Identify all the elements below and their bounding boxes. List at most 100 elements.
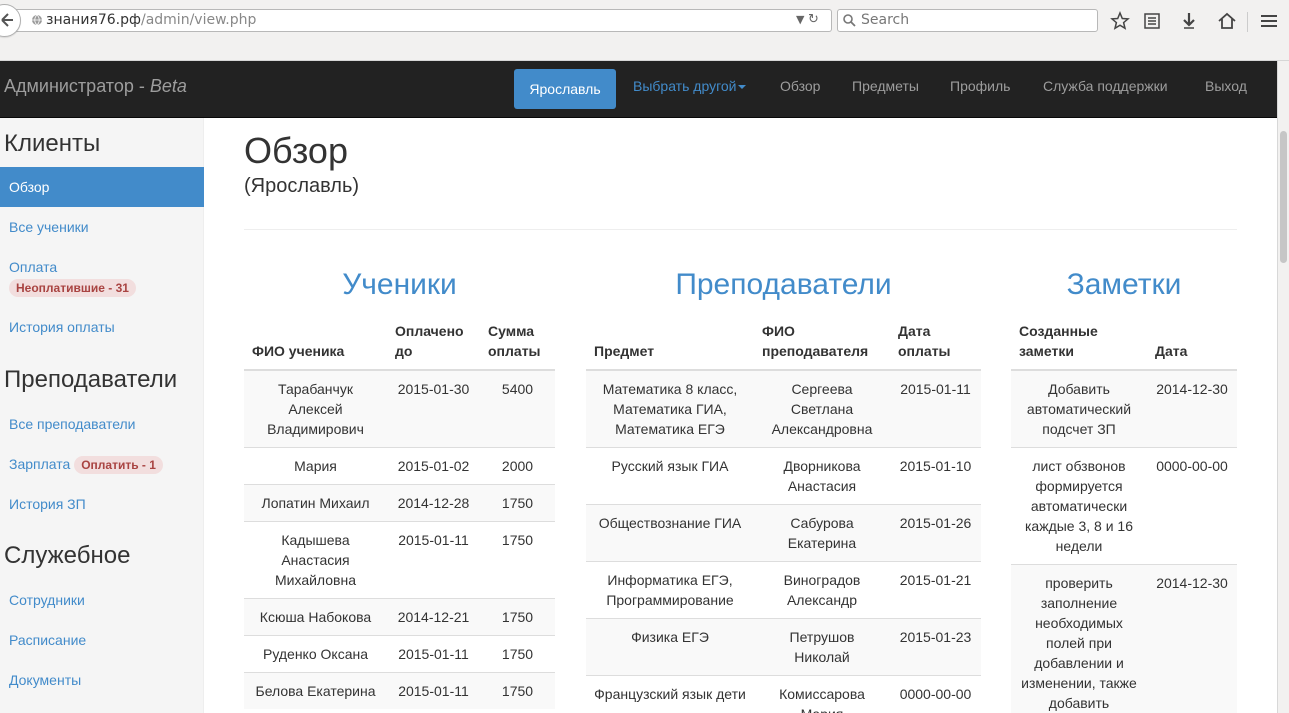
city-button[interactable]: Ярославль	[514, 69, 616, 109]
sidebar-item-salary[interactable]: Зарплата Оплатить - 1	[0, 456, 204, 474]
paid-until-cell: 2015-01-11	[387, 672, 480, 709]
choose-city-label: Выбрать другой	[633, 78, 737, 94]
unpaid-badge[interactable]: Неоплатившие - 31	[9, 279, 136, 297]
nav-subjects[interactable]: Предметы	[852, 61, 919, 117]
search-input[interactable]: Search	[837, 9, 1098, 32]
note-text-cell: Добавить автоматический подсчет ЗП	[1011, 369, 1147, 448]
teacher-name-cell: Дворникова Анастасия	[754, 447, 890, 505]
url-tools: ▼ ↻	[796, 12, 819, 27]
sidebar-item-documents[interactable]: Документы	[0, 672, 204, 688]
payment-date-cell: 2015-01-10	[890, 447, 981, 505]
page-title: Обзор	[244, 130, 348, 171]
star-icon[interactable]	[1109, 10, 1131, 32]
note-date-cell: 2014-12-30	[1147, 564, 1237, 713]
payment-date-cell: 0000-00-00	[890, 675, 981, 713]
nav-support[interactable]: Служба поддержки	[1043, 61, 1168, 117]
search-icon	[843, 14, 856, 27]
payment-amount-cell: 1750	[480, 484, 555, 522]
payment-amount-cell: 5400	[480, 369, 555, 448]
nav-profile[interactable]: Профиль	[950, 61, 1010, 117]
student-row: Белова Екатерина 2015-01-11 1750	[244, 672, 555, 709]
student-name-cell: Кадышева Анастасия Михайловна	[244, 521, 387, 599]
students-table: ФИО ученика Оплачено до Сумма оплаты Тар…	[244, 317, 555, 709]
divider	[244, 229, 1237, 230]
scrollbar-thumb[interactable]	[1280, 131, 1287, 263]
note-text-cell: проверить заполнение необходимых полей п…	[1011, 564, 1147, 713]
home-icon[interactable]	[1216, 10, 1238, 32]
globe-icon	[32, 14, 42, 26]
subject-cell: Физика ЕГЭ	[586, 618, 754, 676]
sidebar-item-staff[interactable]: Сотрудники	[0, 592, 204, 608]
nav-overview[interactable]: Обзор	[780, 61, 820, 117]
col-note: Созданные заметки	[1011, 317, 1147, 371]
sidebar-item-payment-history[interactable]: История оплаты	[0, 319, 204, 335]
teacher-name-cell: Сергеева Светлана Александровна	[754, 369, 890, 448]
page-subtitle: (Ярославль)	[244, 175, 360, 197]
col-subject: Предмет	[586, 317, 754, 371]
col-teacher-name: ФИО преподавателя	[754, 317, 890, 371]
subject-cell: Русский язык ГИА	[586, 447, 754, 505]
reading-list-icon[interactable]	[1141, 10, 1163, 32]
subject-cell: Информатика ЕГЭ, Программирование	[586, 561, 754, 619]
subject-cell: Французский язык дети	[586, 675, 754, 713]
student-name-cell: Белова Екатерина	[244, 672, 387, 709]
payment-date-cell: 2015-01-23	[890, 618, 981, 676]
teachers-table: Предмет ФИО преподавателя Дата оплаты Ма…	[586, 317, 981, 713]
teacher-row: Французский язык детиКомиссарова Мария00…	[586, 675, 981, 713]
student-row: Лопатин Михаил 2014-12-28 1750	[244, 484, 555, 522]
nav-logout[interactable]: Выход	[1205, 61, 1247, 117]
sidebar-item-all-teachers[interactable]: Все преподаватели	[0, 416, 204, 432]
note-date-cell: 0000-00-00	[1147, 447, 1237, 565]
sidebar-item-payment[interactable]: Оплата	[0, 259, 204, 275]
teachers-heading: Преподаватели	[4, 366, 178, 393]
payment-amount-cell: 1750	[480, 635, 555, 673]
student-row: Тарабанчук Алексей Владимирович 2015-01-3…	[244, 369, 555, 448]
teacher-row: Математика 8 класс, Математика ГИА, Мате…	[586, 369, 981, 448]
teacher-row: Обществознание ГИА Сабурова Екатерина 2015…	[586, 504, 981, 562]
note-row: лист обзвонов формируется автоматически …	[1011, 447, 1237, 565]
brand[interactable]: Администратор - Beta	[4, 76, 187, 97]
url-path: /admin/view.php	[140, 12, 257, 28]
col-paid-until: Оплачено до	[387, 317, 480, 371]
download-icon[interactable]	[1178, 10, 1200, 32]
payment-date-cell: 2015-01-21	[890, 561, 981, 619]
choose-city-dropdown[interactable]: Выбрать другой	[633, 61, 747, 117]
sidebar-item-all-students[interactable]: Все ученики	[0, 219, 204, 235]
pay-badge[interactable]: Оплатить - 1	[74, 456, 163, 474]
teachers-heading-main: Преподаватели	[675, 268, 892, 301]
teacher-name-cell: Петрушов Николай	[754, 618, 890, 676]
salary-label: Зарплата	[9, 456, 71, 472]
note-row: Добавить автоматический подсчет ЗП 2014-1…	[1011, 369, 1237, 448]
student-row: Мария 2015-01-02 2000	[244, 447, 555, 485]
sidebar-item-overview[interactable]: Обзор	[0, 167, 204, 207]
col-student-name: ФИО ученика	[244, 317, 387, 371]
student-name-cell: Руденко Оксана	[244, 635, 387, 673]
paid-until-cell: 2014-12-21	[387, 598, 480, 636]
payment-amount-cell: 1750	[480, 672, 555, 709]
sidebar: Клиенты Обзор Все ученики Оплата Неоплат…	[0, 118, 204, 713]
paid-until-cell: 2015-01-02	[387, 447, 480, 485]
sidebar-item-salary-history[interactable]: История ЗП	[0, 496, 204, 512]
sidebar-item-schedule[interactable]: Расписание	[0, 632, 204, 648]
menu-icon[interactable]	[1258, 10, 1280, 32]
payment-amount-cell: 2000	[480, 447, 555, 485]
url-bar[interactable]: знания76.рф/admin/view.php	[0, 9, 832, 32]
payment-date-cell: 2015-01-11	[890, 369, 981, 448]
subject-cell: Математика 8 класс, Математика ГИА, Мате…	[586, 369, 754, 448]
student-name-cell: Тарабанчук Алексей Владимирович	[244, 369, 387, 448]
url-host: знания76.рф	[46, 12, 141, 28]
col-payment-amount: Сумма оплаты	[480, 317, 555, 371]
caret-down-icon	[738, 85, 747, 90]
note-row: проверить заполнение необходимых полей п…	[1011, 564, 1237, 713]
teacher-row: Русский язык ГИА Дворникова Анастасия 2015…	[586, 447, 981, 505]
subject-cell: Обществознание ГИА	[586, 504, 754, 562]
student-row: Кадышева Анастасия Михайловна 2015-01-11 1…	[244, 521, 555, 599]
dropdown-arrow-icon[interactable]: ▼	[796, 13, 804, 26]
students-heading: Ученики	[342, 268, 457, 301]
paid-until-cell: 2015-01-30	[387, 369, 480, 448]
paid-until-cell: 2014-12-28	[387, 484, 480, 522]
reload-icon[interactable]: ↻	[808, 12, 819, 27]
col-payment-date: Дата оплаты	[890, 317, 981, 371]
page-scrollbar[interactable]	[1277, 61, 1289, 713]
note-text-cell: лист обзвонов формируется автоматически …	[1011, 447, 1147, 565]
